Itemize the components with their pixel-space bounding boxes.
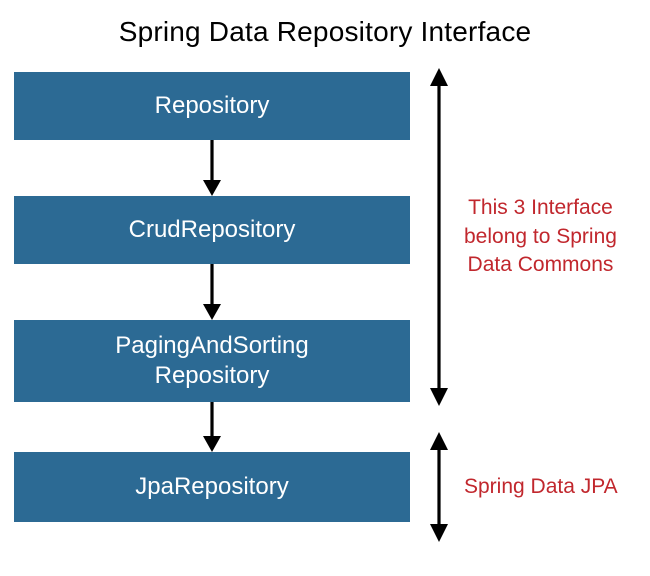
hierarchy-column: Repository CrudRepository PagingAndSorti… bbox=[14, 72, 410, 522]
annotation-jpa: Spring Data JPA bbox=[464, 473, 618, 501]
diagram-title: Spring Data Repository Interface bbox=[0, 0, 650, 62]
bracket-top-group: This 3 Interface belong to Spring Data C… bbox=[428, 68, 617, 406]
arrow-down-icon bbox=[201, 264, 223, 320]
arrow-down-icon bbox=[201, 402, 223, 452]
arrow-down-icon bbox=[201, 140, 223, 196]
annotation-commons-line2: belong to Spring bbox=[464, 225, 617, 248]
annotation-commons-line1: This 3 Interface bbox=[468, 196, 613, 219]
arrow-3 bbox=[14, 402, 410, 452]
annotation-commons: This 3 Interface belong to Spring Data C… bbox=[464, 194, 617, 279]
box-repository-label: Repository bbox=[155, 91, 270, 121]
box-paging-sorting-line2: Repository bbox=[155, 362, 270, 389]
box-paging-sorting-line1: PagingAndSorting bbox=[115, 332, 308, 359]
arrow-2 bbox=[14, 264, 410, 320]
box-paging-sorting-repository: PagingAndSorting Repository bbox=[14, 320, 410, 402]
double-arrow-icon bbox=[428, 432, 450, 542]
box-jpa-repository: JpaRepository bbox=[14, 452, 410, 522]
box-paging-sorting-label: PagingAndSorting Repository bbox=[115, 331, 308, 391]
double-arrow-icon bbox=[428, 68, 450, 406]
annotation-commons-line3: Data Commons bbox=[468, 253, 614, 276]
box-crud-repository-label: CrudRepository bbox=[129, 215, 296, 245]
arrow-1 bbox=[14, 140, 410, 196]
box-jpa-repository-label: JpaRepository bbox=[135, 472, 288, 502]
bracket-bottom-group: Spring Data JPA bbox=[428, 432, 618, 542]
diagram-canvas: Repository CrudRepository PagingAndSorti… bbox=[14, 72, 636, 562]
box-repository: Repository bbox=[14, 72, 410, 140]
box-crud-repository: CrudRepository bbox=[14, 196, 410, 264]
